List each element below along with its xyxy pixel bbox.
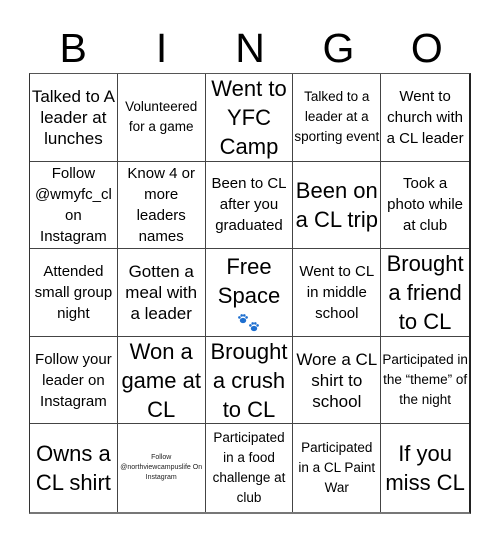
- cell-label: Know 4 or more leaders names: [127, 164, 195, 245]
- cell-label: Wore a CL shirt to school: [296, 349, 378, 411]
- bingo-cell-b-3[interactable]: Attended small group night: [30, 249, 118, 337]
- cell-label: Talked to A leader at lunches: [31, 86, 115, 148]
- paw-prints-icon: [238, 314, 259, 332]
- bingo-cell-i-1[interactable]: Volunteered for a game: [117, 74, 206, 162]
- bingo-cell-n-5[interactable]: Participated in a food challenge at club: [206, 424, 294, 512]
- cell-label: Follow your leader on Instagram: [35, 350, 112, 410]
- bingo-cell-o-3[interactable]: Brought a friend to CL: [381, 249, 469, 337]
- bingo-cell-i-4[interactable]: Won a game at CL: [117, 336, 206, 425]
- bingo-cell-i-5[interactable]: Follow @northviewcampuslife On Instagram: [118, 424, 206, 512]
- bingo-header: B I N G O: [29, 22, 471, 74]
- bingo-cell-n-2[interactable]: Been to CL after you graduated: [205, 161, 294, 250]
- bingo-cell-o-1[interactable]: Went to church with a CL leader: [381, 74, 469, 162]
- bingo-cell-g-1[interactable]: Talked to a leader at a sporting event: [293, 74, 382, 162]
- bingo-cell-b-2[interactable]: Follow @wmyfc_cl on Instagram: [30, 161, 118, 250]
- cell-label: Brought a crush to CL: [210, 338, 288, 422]
- cell-label: Participated in the “theme” of the night: [382, 352, 468, 408]
- header-letter-o: O: [410, 25, 443, 71]
- bingo-cell-g-5[interactable]: Participated in a CL Paint War: [293, 424, 382, 512]
- cell-label: Follow @wmyfc_cl on Instagram: [34, 164, 112, 245]
- bingo-cell-n-1[interactable]: Went to YFC Camp: [205, 74, 294, 162]
- bingo-cell-b-1[interactable]: Talked to A leader at lunches: [30, 74, 118, 162]
- cell-label: Brought a friend to CL: [386, 251, 464, 334]
- bingo-cell-g-4[interactable]: Wore a CL shirt to school: [293, 336, 382, 425]
- bingo-cell-n-4[interactable]: Brought a crush to CL: [205, 336, 294, 425]
- header-letter-b: B: [59, 25, 87, 71]
- cell-label: Free Space: [217, 254, 281, 309]
- header-letter-i: I: [155, 25, 168, 71]
- bingo-cell-b-4[interactable]: Follow your leader on Instagram: [30, 336, 118, 425]
- bingo-cell-o-4[interactable]: Participated in the “theme” of the night: [381, 337, 469, 425]
- cell-label: Follow @northviewcampuslife On Instagram: [120, 454, 203, 482]
- bingo-cell-n-3[interactable]: Free Space: [205, 249, 294, 337]
- cell-label: Went to CL in middle school: [299, 262, 375, 322]
- bingo-cell-i-2[interactable]: Know 4 or more leaders names: [117, 161, 206, 250]
- cell-label: Been on a CL trip: [295, 177, 378, 232]
- cell-label: If you miss CL: [385, 441, 465, 496]
- bingo-cell-o-2[interactable]: Took a photo while at club: [381, 162, 469, 250]
- bingo-board: Talked to A leader at lunches Volunteered…: [29, 73, 471, 514]
- cell-label: Been to CL after you graduated: [211, 175, 287, 235]
- cell-label: Attended small group night: [34, 262, 113, 322]
- bingo-cell-o-5[interactable]: If you miss CL: [381, 424, 469, 512]
- bingo-cell-b-5[interactable]: Owns a CL shirt: [30, 424, 118, 512]
- header-letter-g: G: [322, 25, 355, 71]
- cell-label: Owns a CL shirt: [35, 441, 111, 496]
- bingo-cell-g-3[interactable]: Went to CL in middle school: [293, 249, 382, 337]
- cell-label: Won a game at CL: [121, 338, 201, 422]
- cell-label: Participated in a CL Paint War: [298, 440, 376, 496]
- cell-label: Volunteered for a game: [125, 99, 198, 135]
- bingo-cell-i-3[interactable]: Gotten a meal with a leader: [117, 249, 206, 337]
- cell-label: Talked to a leader at a sporting event: [294, 89, 380, 145]
- cell-label: Gotten a meal with a leader: [125, 261, 198, 323]
- cell-label: Went to church with a CL leader: [386, 87, 464, 147]
- cell-label: Went to YFC Camp: [211, 75, 287, 159]
- header-letter-n: N: [235, 25, 265, 71]
- cell-label: Took a photo while at club: [387, 175, 464, 235]
- cell-label: Participated in a food challenge at club: [212, 430, 286, 506]
- bingo-cell-g-2[interactable]: Been on a CL trip: [293, 161, 382, 250]
